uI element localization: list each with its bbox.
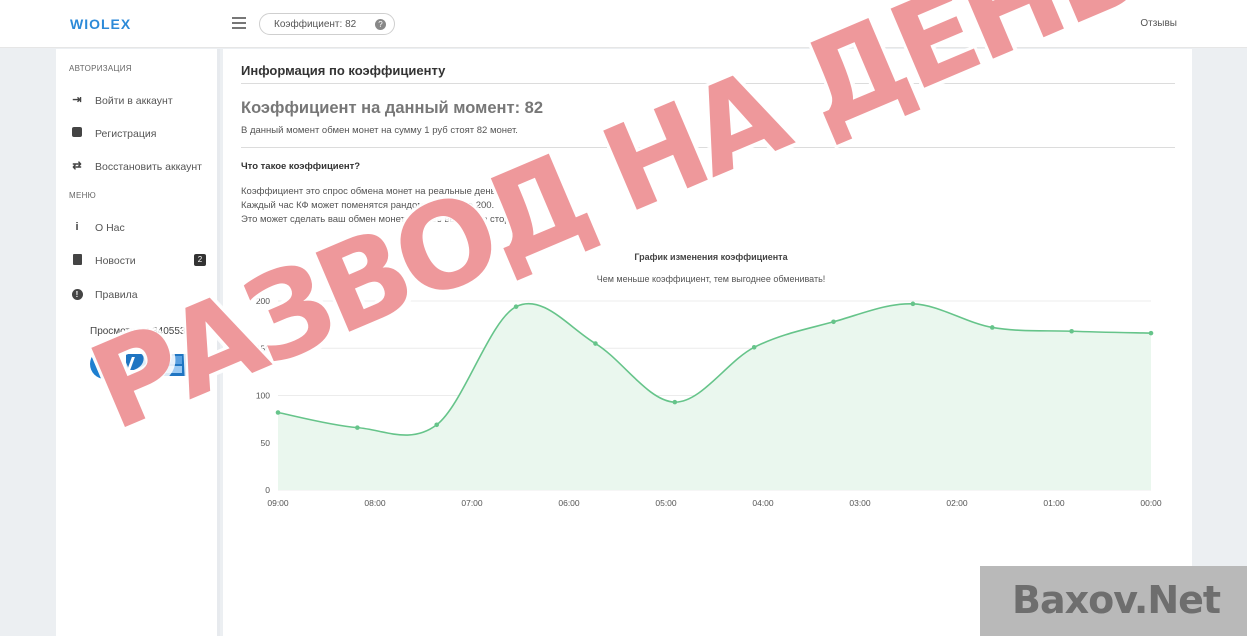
x-tick-label: 01:00 xyxy=(1043,498,1065,508)
chart-area-fill xyxy=(278,303,1151,490)
info-icon: i xyxy=(75,221,79,233)
x-tick-label: 04:00 xyxy=(752,498,774,508)
chart-data-point xyxy=(593,341,598,346)
plus-square-icon xyxy=(71,127,83,139)
coefficient-pill[interactable]: Коэффициент: 82 ? xyxy=(259,13,395,35)
sidebar: АВТОРИЗАЦИЯ ⇥ Войти в аккаунт Регистраци… xyxy=(56,49,220,636)
y-tick-label: 100 xyxy=(256,391,270,401)
x-tick-label: 06:00 xyxy=(558,498,580,508)
payeer-logo[interactable]: P xyxy=(90,349,120,379)
reviews-link[interactable]: Отзывы xyxy=(1140,18,1177,29)
sidebar-item-label: Войти в аккаунт xyxy=(95,95,173,107)
sidebar-item-restore[interactable]: ⇄ Восстановить аккаунт xyxy=(69,160,219,178)
exclamation-circle-icon: ! xyxy=(71,288,83,300)
top-bar: WIOLEX Коэффициент: 82 ? Отзывы xyxy=(0,0,1247,48)
sidebar-item-login[interactable]: ⇥ Войти в аккаунт xyxy=(69,94,219,112)
coefficient-pill-label: Коэффициент: 82 xyxy=(274,19,357,30)
y-tick-label: 50 xyxy=(261,438,271,448)
sidebar-item-label: Восстановить аккаунт xyxy=(95,161,202,173)
chart-data-point xyxy=(355,425,360,430)
chart-data-point xyxy=(275,410,281,415)
sidebar-item-label: О Нас xyxy=(95,222,125,234)
x-tick-label: 07:00 xyxy=(461,498,483,508)
sidebar-item-about[interactable]: i О Нас xyxy=(69,221,219,239)
sign-in-icon: ⇥ xyxy=(72,94,82,106)
x-tick-label: 03:00 xyxy=(849,498,871,508)
sidebar-item-label: Правила xyxy=(95,289,138,301)
hamburger-menu-icon[interactable] xyxy=(232,17,246,29)
chart-subtitle: Чем меньше коэффициент, тем выгоднее обм… xyxy=(597,274,826,284)
sidebar-item-label: Регистрация xyxy=(95,128,157,140)
chart-data-point xyxy=(1148,330,1154,336)
chart-data-point xyxy=(910,301,916,307)
site-logo[interactable]: WIOLEX xyxy=(70,16,131,32)
x-tick-label: 02:00 xyxy=(946,498,968,508)
x-tick-label: 05:00 xyxy=(655,498,677,508)
sidebar-item-label: Новости xyxy=(95,255,136,267)
x-tick-label: 09:00 xyxy=(267,498,289,508)
y-tick-label: 0 xyxy=(265,485,270,495)
chart-data-point xyxy=(1069,328,1074,334)
x-tick-label: 08:00 xyxy=(364,498,386,508)
exchange-icon: ⇄ xyxy=(72,160,82,172)
chart-data-point xyxy=(989,325,995,330)
coefficient-chart: График изменения коэффициента Чем меньше … xyxy=(256,252,1162,508)
y-tick-label: 150 xyxy=(256,343,270,353)
chart-data-point xyxy=(513,304,519,309)
auth-heading: АВТОРИЗАЦИЯ xyxy=(69,64,132,73)
menu-heading: МЕНЮ xyxy=(69,191,97,200)
chart-title: График изменения коэффициента xyxy=(634,252,788,262)
chart-data-point xyxy=(672,399,678,405)
chart-data-point xyxy=(434,422,440,428)
main-content: Информация по коэффициенту Коэффициент н… xyxy=(223,49,1192,636)
y-tick-label: 200 xyxy=(256,296,270,306)
help-icon[interactable]: ? xyxy=(375,19,386,30)
chart-data-point xyxy=(831,319,836,325)
file-icon xyxy=(71,254,83,266)
views-counter: Просмотров: 340553 xyxy=(90,326,186,337)
partner-banner[interactable] xyxy=(126,354,186,376)
chart-data-point xyxy=(751,345,757,350)
sidebar-item-rules[interactable]: ! Правила xyxy=(69,288,219,306)
sidebar-item-register[interactable]: Регистрация xyxy=(69,127,219,145)
x-tick-label: 00:00 xyxy=(1140,498,1162,508)
sidebar-item-news[interactable]: Новости 2 xyxy=(69,254,219,272)
news-count-badge: 2 xyxy=(194,254,206,266)
